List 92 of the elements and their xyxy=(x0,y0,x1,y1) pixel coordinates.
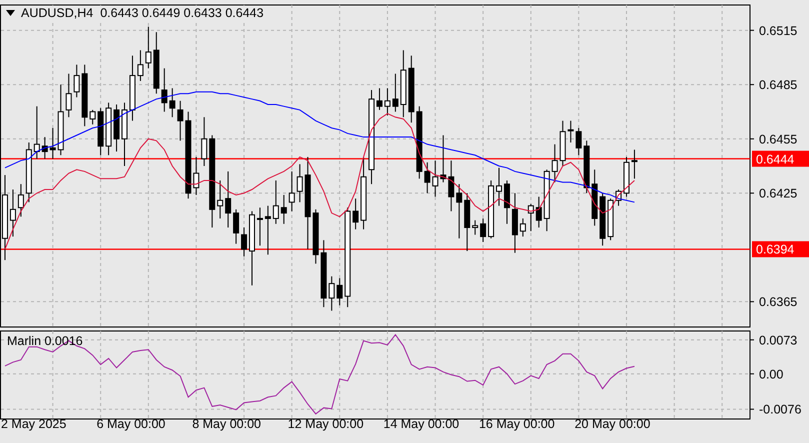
candle xyxy=(122,102,128,166)
axis-tick-label: 0.00 xyxy=(759,367,784,382)
candle xyxy=(496,167,502,206)
candle xyxy=(296,164,303,203)
axis-tick-label: -0.0076 xyxy=(759,402,802,417)
candle xyxy=(10,189,16,238)
candle xyxy=(624,156,630,198)
candle xyxy=(264,205,271,256)
ref-line-label: 0.6444 xyxy=(756,152,794,166)
candle xyxy=(448,160,454,212)
candle xyxy=(552,144,558,183)
candle xyxy=(280,194,287,224)
candle xyxy=(217,180,224,219)
candle xyxy=(432,160,438,198)
indicator-title: Marlin 0.0016 xyxy=(7,334,83,348)
candle xyxy=(328,276,335,312)
time-label: 14 May 00:00 xyxy=(383,417,460,431)
price-badge: 0.6394 xyxy=(752,241,809,258)
candle xyxy=(400,50,406,118)
candle xyxy=(129,55,136,122)
ref-line-label: 0.6394 xyxy=(756,242,794,257)
candle xyxy=(137,50,144,82)
candle xyxy=(480,218,486,242)
candle xyxy=(424,162,430,194)
candle xyxy=(512,192,518,254)
axis-tick-label: 0.0073 xyxy=(759,333,798,348)
candle xyxy=(576,128,582,156)
candle xyxy=(153,32,160,94)
candle xyxy=(464,192,470,252)
candle xyxy=(177,100,184,142)
candle xyxy=(233,208,240,244)
candle xyxy=(352,198,359,230)
candle xyxy=(592,169,598,226)
axis-tick-label: 0.6425 xyxy=(759,186,798,201)
candle xyxy=(18,184,24,218)
candle xyxy=(145,26,152,69)
candle xyxy=(58,84,64,156)
candle xyxy=(114,104,120,152)
time-label: 20 May 00:00 xyxy=(574,417,650,431)
candle xyxy=(392,73,398,112)
candle xyxy=(440,134,446,183)
candle xyxy=(456,184,462,239)
candle xyxy=(42,136,48,160)
candle xyxy=(34,106,40,160)
candle xyxy=(169,88,176,118)
candle xyxy=(544,169,550,232)
candle xyxy=(584,140,590,194)
candle xyxy=(560,120,566,166)
candle xyxy=(520,218,526,238)
candle xyxy=(66,73,72,118)
chart-title: AUDUSD,H4 0.6443 0.6449 0.6433 0.6443 xyxy=(21,6,264,20)
candle xyxy=(472,220,478,236)
candle xyxy=(82,64,88,127)
time-label: 2 May 2025 xyxy=(1,417,66,431)
candle xyxy=(384,88,390,116)
candle xyxy=(488,180,494,239)
time-label: 12 May 00:00 xyxy=(288,417,364,431)
candle xyxy=(90,109,96,125)
candle xyxy=(50,128,56,160)
candle xyxy=(536,196,542,228)
candle xyxy=(26,142,32,203)
axis-tick-label: 0.6485 xyxy=(759,78,798,92)
axis-tick-label: 0.6455 xyxy=(759,132,798,146)
price-badge: 0.6444 xyxy=(752,150,809,167)
candle xyxy=(568,120,574,143)
candle xyxy=(193,156,200,196)
candle xyxy=(74,64,80,98)
candle xyxy=(256,207,263,246)
candle xyxy=(408,55,414,124)
axis-tick-label: 0.6515 xyxy=(759,24,798,38)
candle xyxy=(288,170,295,212)
time-label: 16 May 00:00 xyxy=(478,417,555,431)
candle xyxy=(272,180,279,224)
candle xyxy=(616,189,622,206)
time-label: 6 May 00:00 xyxy=(96,417,166,431)
candle xyxy=(320,240,327,308)
time-label: 8 May 00:00 xyxy=(192,417,261,431)
axis-tick-label: 0.6365 xyxy=(759,295,798,310)
candle xyxy=(312,208,319,264)
candle xyxy=(225,170,232,228)
candle xyxy=(631,149,638,180)
candle xyxy=(608,198,614,241)
candle xyxy=(528,204,534,232)
candle xyxy=(98,108,104,156)
candle xyxy=(201,116,208,166)
candle xyxy=(336,278,343,306)
dropdown-triangle-icon[interactable] xyxy=(6,10,15,16)
candle xyxy=(161,68,168,112)
candle xyxy=(504,180,510,224)
candle xyxy=(600,192,606,246)
candle xyxy=(241,227,248,257)
candle xyxy=(106,102,112,156)
